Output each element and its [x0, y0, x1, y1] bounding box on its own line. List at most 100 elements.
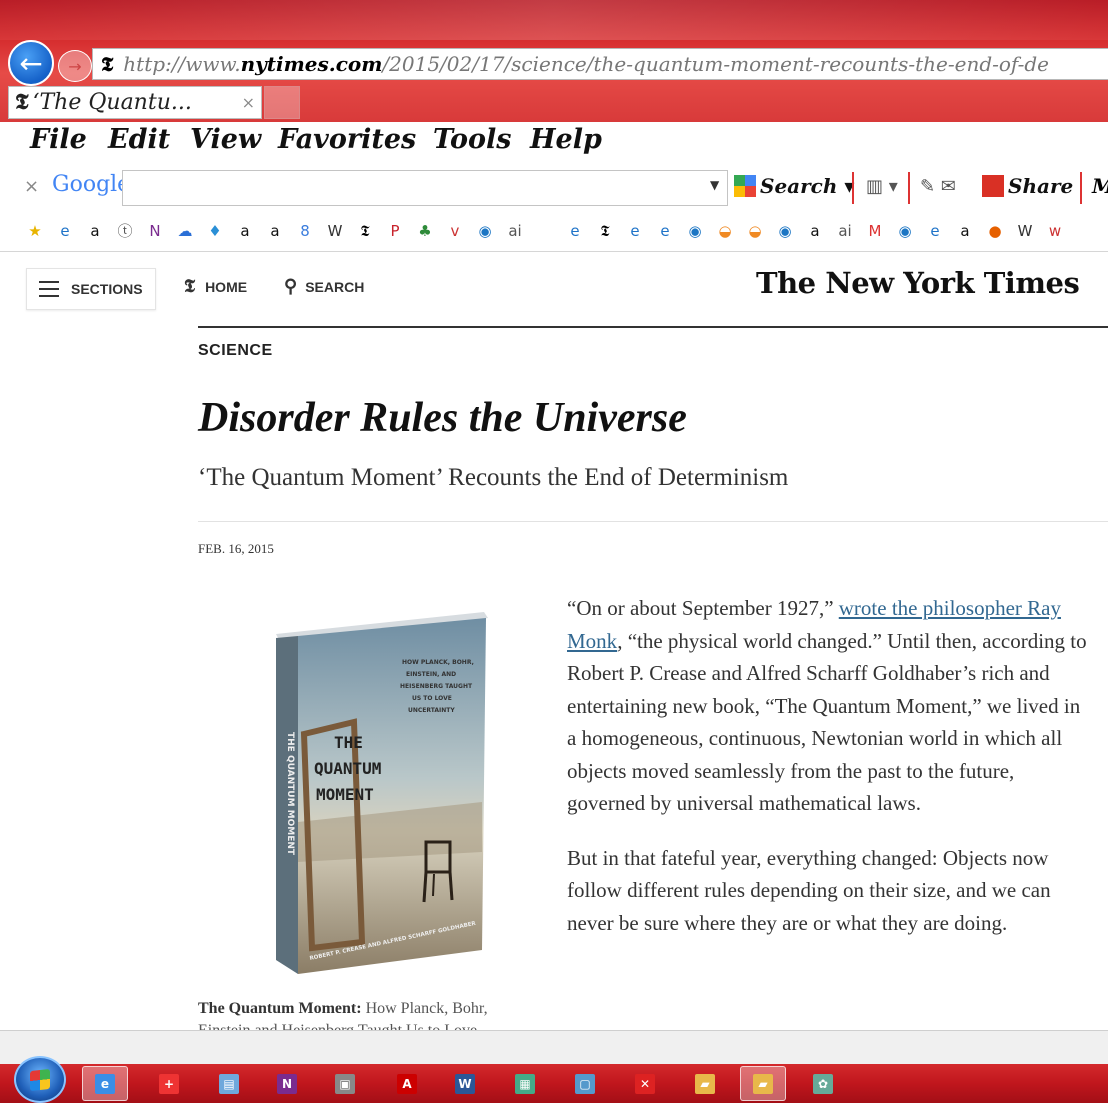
home-link[interactable]: 𝕿 HOME	[184, 276, 247, 297]
taskbar-notepad[interactable]: ▤	[206, 1066, 252, 1101]
taskbar-folder[interactable]: ▰	[682, 1066, 728, 1101]
menu-favorites[interactable]: Favorites	[278, 124, 416, 155]
rainbow-icon[interactable]: ◒	[714, 220, 736, 242]
search-link[interactable]: ⚲ SEARCH	[284, 276, 364, 297]
chevron-down-icon[interactable]: ▼	[710, 178, 719, 192]
gmail-icon[interactable]: M	[864, 220, 886, 242]
share-button[interactable]: Share	[982, 174, 1073, 198]
tab-close-icon[interactable]: ×	[242, 87, 255, 118]
dropper-icon[interactable]: ♦	[204, 220, 226, 242]
ai-icon[interactable]: ai	[504, 220, 526, 242]
rainbow-icon[interactable]: ◒	[744, 220, 766, 242]
star-add-icon[interactable]: ★	[24, 220, 46, 242]
tan-icon[interactable]: ⓣ	[114, 220, 136, 242]
wikipedia-icon[interactable]: W	[1014, 220, 1036, 242]
acrobat-icon: A	[397, 1073, 417, 1094]
taskbar-x-app[interactable]: ✕	[622, 1066, 668, 1101]
url-domain: nytimes.com	[240, 52, 383, 76]
browser-tab[interactable]: 𝕿 ‘The Quantu... ×	[8, 86, 262, 119]
taskbar-remote-desktop[interactable]: ▦	[502, 1066, 548, 1101]
menu-file[interactable]: File	[30, 124, 87, 155]
header-divider	[198, 326, 1108, 328]
menu-help[interactable]: Help	[530, 124, 602, 155]
taskbar-onenote[interactable]: N	[264, 1066, 310, 1101]
wikipedia-icon[interactable]: W	[324, 220, 346, 242]
section-label[interactable]: SCIENCE	[198, 342, 273, 360]
amazon-icon[interactable]: a	[954, 220, 976, 242]
nyt-logo-icon: 𝕿	[184, 276, 196, 297]
ie-icon[interactable]: e	[624, 220, 646, 242]
amazon-icon[interactable]: a	[264, 220, 286, 242]
ie-icon[interactable]: e	[924, 220, 946, 242]
globe-icon[interactable]: ◉	[684, 220, 706, 242]
monitor-icon: ▢	[575, 1073, 595, 1094]
globe-icon[interactable]: ◉	[774, 220, 796, 242]
article-paragraph: But in that fateful year, everything cha…	[567, 845, 1051, 935]
ie-icon[interactable]: e	[654, 220, 676, 242]
subheadline-divider	[198, 521, 1108, 522]
taskbar-paint[interactable]: ✿	[800, 1066, 846, 1101]
google-search-button[interactable]: Search ▾	[734, 174, 854, 198]
taskbar-monitor[interactable]: ▢	[562, 1066, 608, 1101]
nyt-icon[interactable]: 𝕿	[354, 220, 376, 242]
ai-icon[interactable]: ai	[834, 220, 856, 242]
url-prefix: http://www.	[123, 52, 241, 76]
toolbar-divider	[1080, 172, 1082, 204]
taskbar-red-cross[interactable]: +	[146, 1066, 192, 1101]
nyt-masthead[interactable]: The New York Times	[756, 266, 1080, 300]
sections-button[interactable]: SECTIONS	[26, 268, 156, 310]
remote-desktop-icon: ▦	[515, 1073, 535, 1094]
google-icon[interactable]: 8	[294, 220, 316, 242]
paint-icon: ✿	[813, 1073, 833, 1094]
apple-icon[interactable]	[534, 220, 556, 242]
amazon-icon[interactable]: a	[234, 220, 256, 242]
menu-view[interactable]: View	[190, 124, 261, 155]
taskbar-folder[interactable]: ▰	[740, 1066, 786, 1101]
word-icon: W	[455, 1073, 475, 1094]
tab-title: ‘The Quantu...	[32, 90, 192, 115]
toolbar-divider	[908, 172, 910, 204]
notepad-icon: ▤	[219, 1073, 239, 1094]
vzw-icon[interactable]: v	[444, 220, 466, 242]
red-cross-icon: +	[159, 1073, 179, 1094]
toolbar-misc-icons[interactable]: ▥ ▾	[866, 176, 898, 197]
taskbar-acrobat[interactable]: A	[384, 1066, 430, 1101]
address-bar[interactable]: 𝕿http://www.nytimes.com/2015/02/17/scien…	[92, 48, 1108, 80]
back-button[interactable]: ←	[8, 40, 54, 86]
toolbar-more[interactable]: M	[1092, 174, 1108, 198]
w-icon[interactable]: w	[1044, 220, 1066, 242]
google-search-input[interactable]	[122, 170, 728, 206]
menu-edit[interactable]: Edit	[108, 124, 170, 155]
status-bar	[0, 1030, 1108, 1064]
tree-icon[interactable]: ♣	[414, 220, 436, 242]
windows-logo-icon	[30, 1068, 50, 1092]
toolbar-misc-icons-2[interactable]: ✎ ✉	[920, 176, 956, 197]
nyt-header: SECTIONS 𝕿 HOME ⚲ SEARCH The New York Time…	[0, 252, 1108, 326]
toolbar-close-icon[interactable]: ×	[24, 176, 39, 197]
new-tab-button[interactable]	[264, 86, 300, 119]
forward-arrow-icon: →	[68, 56, 82, 76]
taskbar-presentation[interactable]: ▣	[322, 1066, 368, 1101]
forward-button[interactable]: →	[58, 50, 92, 82]
ie-icon[interactable]: e	[54, 220, 76, 242]
ie-icon[interactable]: e	[564, 220, 586, 242]
paragraph-text: , “the physical world changed.” Until th…	[567, 628, 1087, 816]
onenote-icon[interactable]: N	[144, 220, 166, 242]
taskbar-word[interactable]: W	[442, 1066, 488, 1101]
start-button[interactable]	[14, 1056, 66, 1103]
taskbar-internet-explorer[interactable]: e	[82, 1066, 128, 1101]
menu-tools[interactable]: Tools	[433, 124, 511, 155]
back-arrow-icon: ←	[19, 46, 43, 80]
hamburger-icon	[39, 281, 59, 297]
firefox-icon[interactable]: ●	[984, 220, 1006, 242]
globe-icon[interactable]: ◉	[894, 220, 916, 242]
nyt-icon[interactable]: 𝕿	[594, 220, 616, 242]
google-search-icon	[734, 175, 756, 197]
amazon-icon[interactable]: a	[804, 220, 826, 242]
globe-icon[interactable]: ◉	[474, 220, 496, 242]
share-icon	[982, 175, 1004, 197]
cloud-icon[interactable]: ☁	[174, 220, 196, 242]
amazon-icon[interactable]: a	[84, 220, 106, 242]
presentation-icon: ▣	[335, 1073, 355, 1094]
pinterest-icon[interactable]: P	[384, 220, 406, 242]
